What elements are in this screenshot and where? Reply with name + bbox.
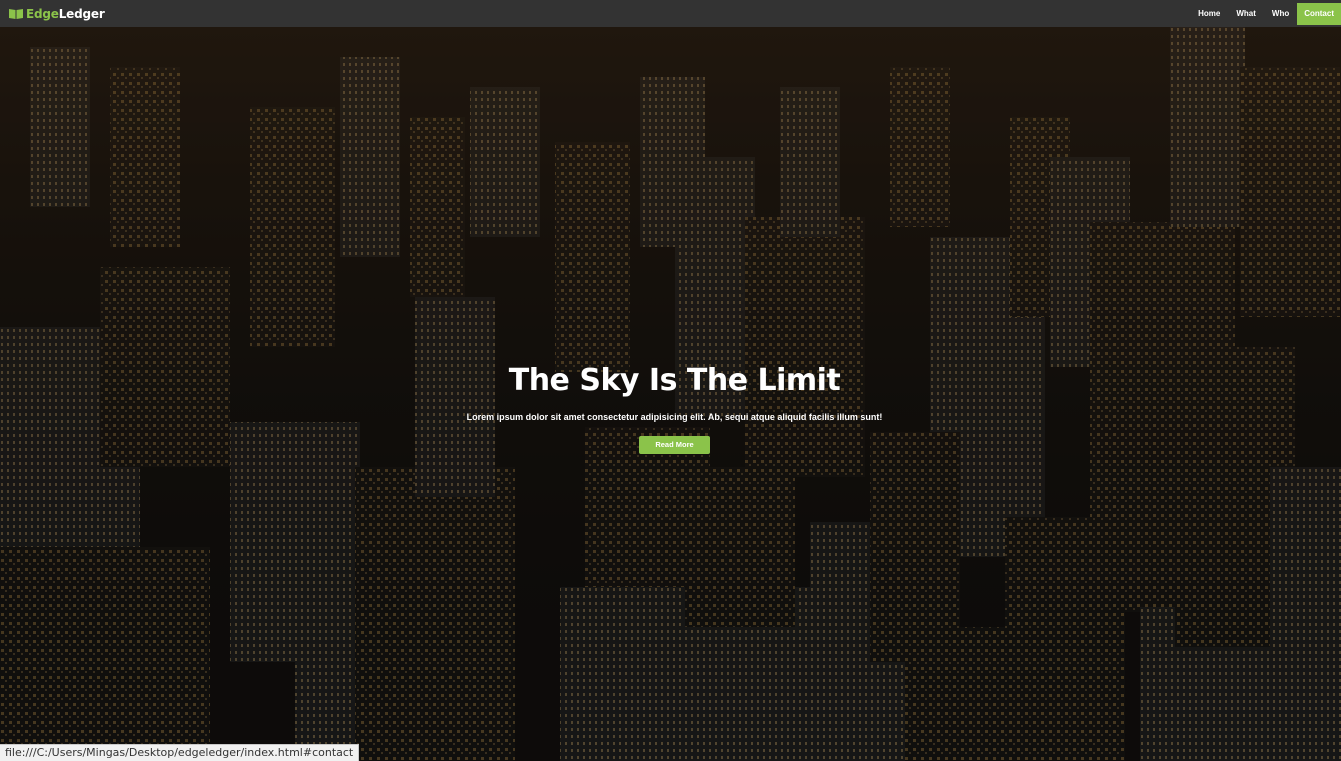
- brand-name-accent: Edge: [26, 6, 59, 21]
- read-more-button[interactable]: Read More: [639, 436, 710, 454]
- hero-title: The Sky Is The Limit: [508, 363, 841, 398]
- hero-subtitle: Lorem ipsum dolor sit amet consectetur a…: [466, 412, 883, 422]
- hero-content: The Sky Is The Limit Lorem ipsum dolor s…: [0, 363, 1341, 454]
- nav-home-link[interactable]: Home: [1190, 0, 1228, 27]
- browser-status-bar: file:///C:/Users/Mingas/Desktop/edgeledg…: [0, 744, 360, 761]
- nav-contact-link[interactable]: Contact: [1297, 2, 1341, 25]
- nav-who-link[interactable]: Who: [1264, 0, 1297, 27]
- brand-logo[interactable]: EdgeLedger: [0, 0, 105, 27]
- brand-name-rest: Ledger: [58, 6, 105, 21]
- nav-links: Home What Who Contact: [1190, 0, 1341, 27]
- nav-what-link[interactable]: What: [1228, 0, 1264, 27]
- navbar: EdgeLedger Home What Who Contact: [0, 0, 1341, 27]
- hero-section: The Sky Is The Limit Lorem ipsum dolor s…: [0, 27, 1341, 761]
- book-icon: [8, 8, 24, 20]
